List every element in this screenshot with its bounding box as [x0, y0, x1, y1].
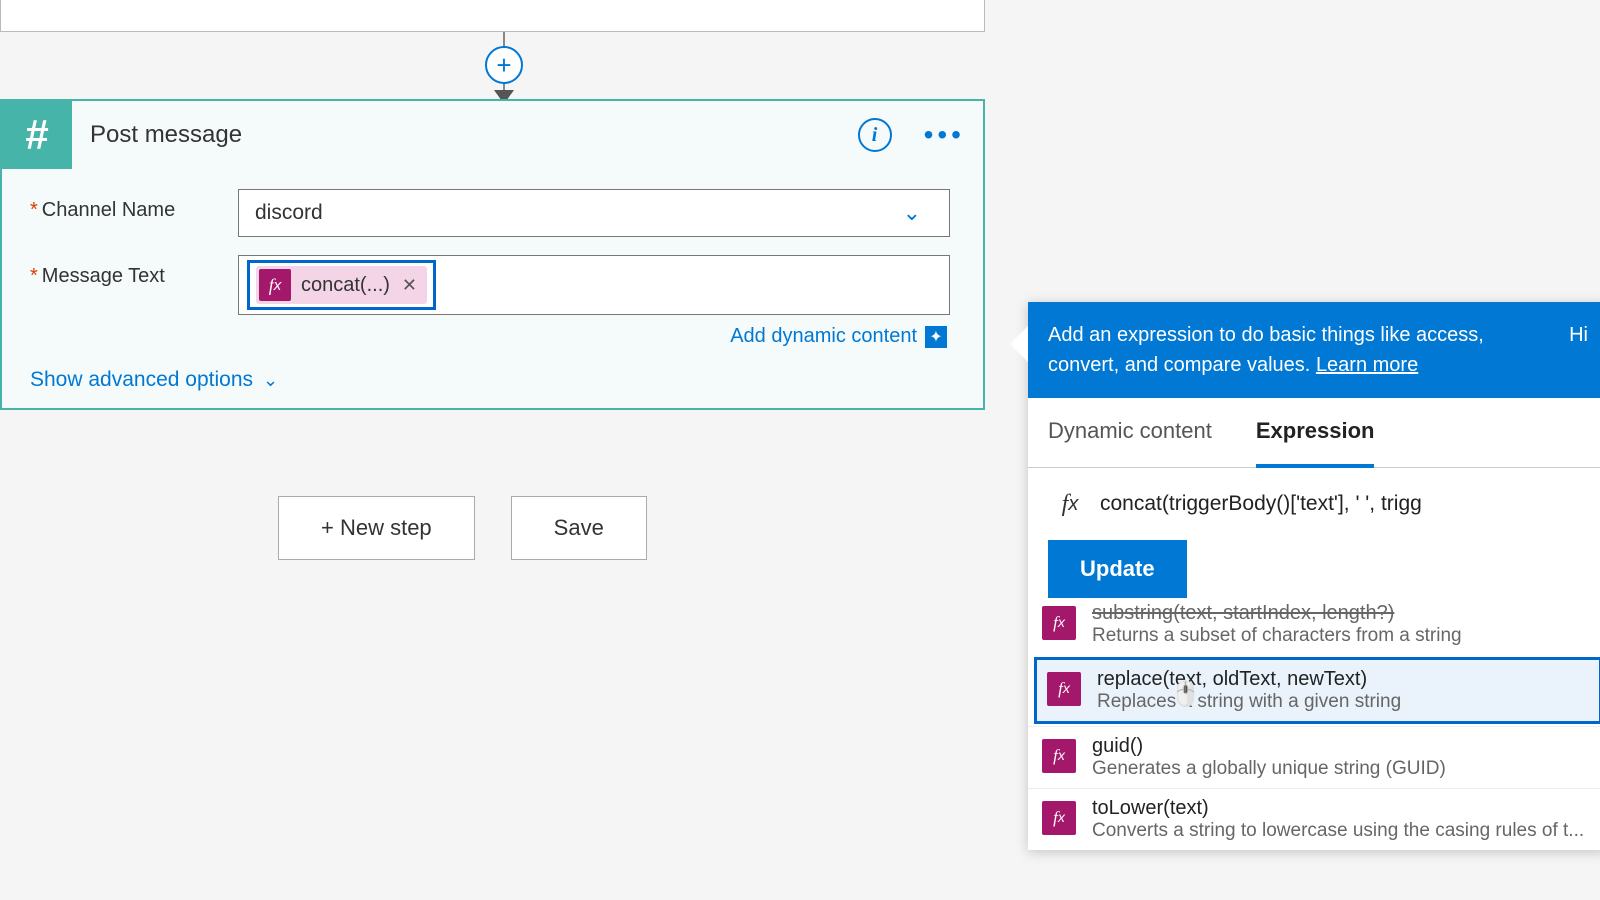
fx-icon: fx — [1042, 801, 1076, 835]
panel-pointer-icon — [1010, 326, 1028, 362]
slack-hash-icon: # — [2, 101, 72, 169]
expression-input[interactable]: concat(triggerBody()['text'], ' ', trigg — [1092, 492, 1588, 516]
save-button[interactable]: Save — [511, 496, 647, 560]
channel-name-label: *Channel Name — [30, 189, 238, 222]
learn-more-link[interactable]: Learn more — [1316, 354, 1418, 376]
fx-icon: fx — [1048, 482, 1092, 526]
show-advanced-options-toggle[interactable]: Show advanced options ⌄ — [30, 368, 955, 392]
expression-token[interactable]: fx concat(...) ✕ — [256, 266, 427, 304]
sparkle-icon: ✦ — [925, 326, 947, 348]
tab-expression[interactable]: Expression — [1256, 398, 1375, 468]
message-text-label: *Message Text — [30, 255, 238, 288]
hide-panel-link[interactable]: Hi — [1569, 320, 1588, 380]
chevron-down-icon: ⌄ — [903, 200, 921, 226]
function-list: fx substring(text, startIndex, length?) … — [1028, 602, 1600, 850]
fx-icon: fx — [1042, 606, 1076, 640]
step-title: Post message — [90, 121, 858, 149]
remove-token-icon[interactable]: ✕ — [402, 275, 417, 296]
new-step-button[interactable]: + New step — [278, 496, 475, 560]
panel-hint: Add an expression to do basic things lik… — [1048, 324, 1484, 376]
step-card-post-message: # Post message i ••• *Channel Name disco… — [0, 99, 985, 410]
previous-step-card[interactable] — [0, 0, 985, 32]
chevron-down-icon: ⌄ — [263, 370, 278, 391]
expression-panel: Add an expression to do basic things lik… — [1028, 302, 1600, 850]
update-button[interactable]: Update — [1048, 540, 1187, 598]
function-item-tolower[interactable]: fx toLower(text) Converts a string to lo… — [1028, 788, 1600, 850]
function-item-replace[interactable]: fx replace(text, oldText, newText) Repla… — [1034, 657, 1600, 724]
tab-dynamic-content[interactable]: Dynamic content — [1048, 398, 1212, 467]
fx-icon: fx — [259, 269, 291, 301]
add-step-icon[interactable]: + — [485, 46, 523, 84]
flow-connector: + — [480, 32, 528, 102]
message-text-input[interactable]: fx concat(...) ✕ — [238, 255, 950, 315]
info-icon[interactable]: i — [858, 118, 892, 152]
channel-name-select[interactable]: discord ⌄ — [238, 189, 950, 237]
function-item-guid[interactable]: fx guid() Generates a globally unique st… — [1028, 726, 1600, 788]
add-dynamic-content-link[interactable]: Add dynamic content ✦ — [238, 325, 947, 348]
fx-icon: fx — [1047, 672, 1081, 706]
more-menu-icon[interactable]: ••• — [924, 119, 965, 151]
function-item-substring[interactable]: fx substring(text, startIndex, length?) … — [1028, 602, 1600, 655]
fx-icon: fx — [1042, 739, 1076, 773]
